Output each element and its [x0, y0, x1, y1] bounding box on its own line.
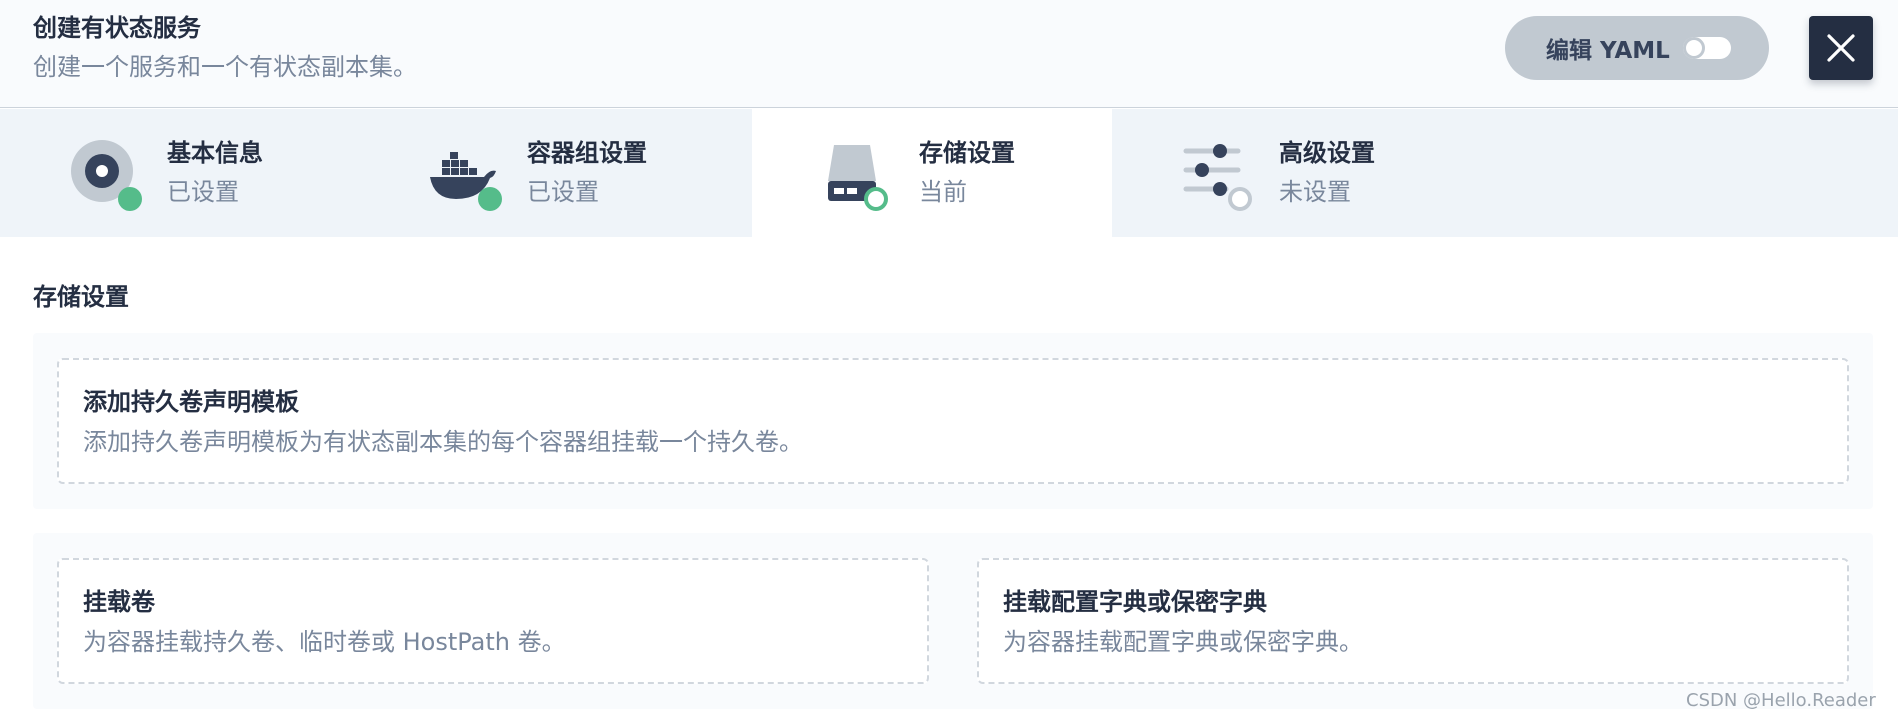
step-status: 已设置 [527, 178, 599, 206]
steps-bar: 基本信息 已设置 容器组设置 已设置 存储设置 当前 高级设置 未设置 [0, 109, 1898, 237]
modal-title: 创建有状态服务 [33, 14, 201, 42]
edit-yaml-toggle[interactable]: 编辑 YAML [1505, 16, 1769, 80]
close-button[interactable] [1809, 16, 1873, 80]
edit-yaml-label: 编辑 YAML [1546, 38, 1670, 64]
step-title: 存储设置 [919, 139, 1015, 167]
card-description: 为容器挂载配置字典或保密字典。 [1003, 628, 1363, 656]
card-title: 添加持久卷声明模板 [83, 388, 299, 416]
hard-drive-icon [828, 145, 888, 211]
step-advanced-settings[interactable]: 高级设置 未设置 [1112, 109, 1472, 237]
yaml-switch[interactable] [1682, 37, 1731, 59]
step-status: 当前 [919, 178, 967, 206]
mount-volume-card[interactable]: 挂载卷 为容器挂载持久卷、临时卷或 HostPath 卷。 [57, 558, 929, 684]
step-basic-info[interactable]: 基本信息 已设置 [0, 109, 360, 237]
step-status: 已设置 [167, 178, 239, 206]
pvc-template-panel: 添加持久卷声明模板 添加持久卷声明模板为有状态副本集的每个容器组挂载一个持久卷。 [33, 333, 1873, 509]
mount-config-secret-card[interactable]: 挂载配置字典或保密字典 为容器挂载配置字典或保密字典。 [977, 558, 1849, 684]
step-pod-settings[interactable]: 容器组设置 已设置 [360, 109, 720, 237]
section-title: 存储设置 [33, 283, 129, 311]
watermark: CSDN @Hello.Reader [1686, 690, 1876, 711]
close-icon [1827, 34, 1855, 62]
mounts-panel: 挂载卷 为容器挂载持久卷、临时卷或 HostPath 卷。 挂载配置字典或保密字… [33, 533, 1873, 709]
add-pvc-template-card[interactable]: 添加持久卷声明模板 添加持久卷声明模板为有状态副本集的每个容器组挂载一个持久卷。 [57, 358, 1849, 484]
card-description: 添加持久卷声明模板为有状态副本集的每个容器组挂载一个持久卷。 [83, 428, 803, 456]
step-title: 基本信息 [167, 139, 263, 167]
modal-header: 创建有状态服务 创建一个服务和一个有状态副本集。 编辑 YAML [0, 0, 1898, 108]
docker-whale-icon [430, 152, 502, 211]
sliders-icon [1183, 144, 1252, 211]
card-title: 挂载卷 [83, 588, 155, 616]
step-status: 未设置 [1279, 178, 1351, 206]
step-storage-settings[interactable]: 存储设置 当前 [752, 109, 1112, 237]
switch-knob [1682, 37, 1705, 59]
step-title: 高级设置 [1279, 139, 1375, 167]
card-description: 为容器挂载持久卷、临时卷或 HostPath 卷。 [83, 628, 566, 656]
disc-icon [71, 140, 142, 211]
modal-description: 创建一个服务和一个有状态副本集。 [33, 53, 417, 81]
step-title: 容器组设置 [527, 139, 647, 167]
card-title: 挂载配置字典或保密字典 [1003, 588, 1267, 616]
